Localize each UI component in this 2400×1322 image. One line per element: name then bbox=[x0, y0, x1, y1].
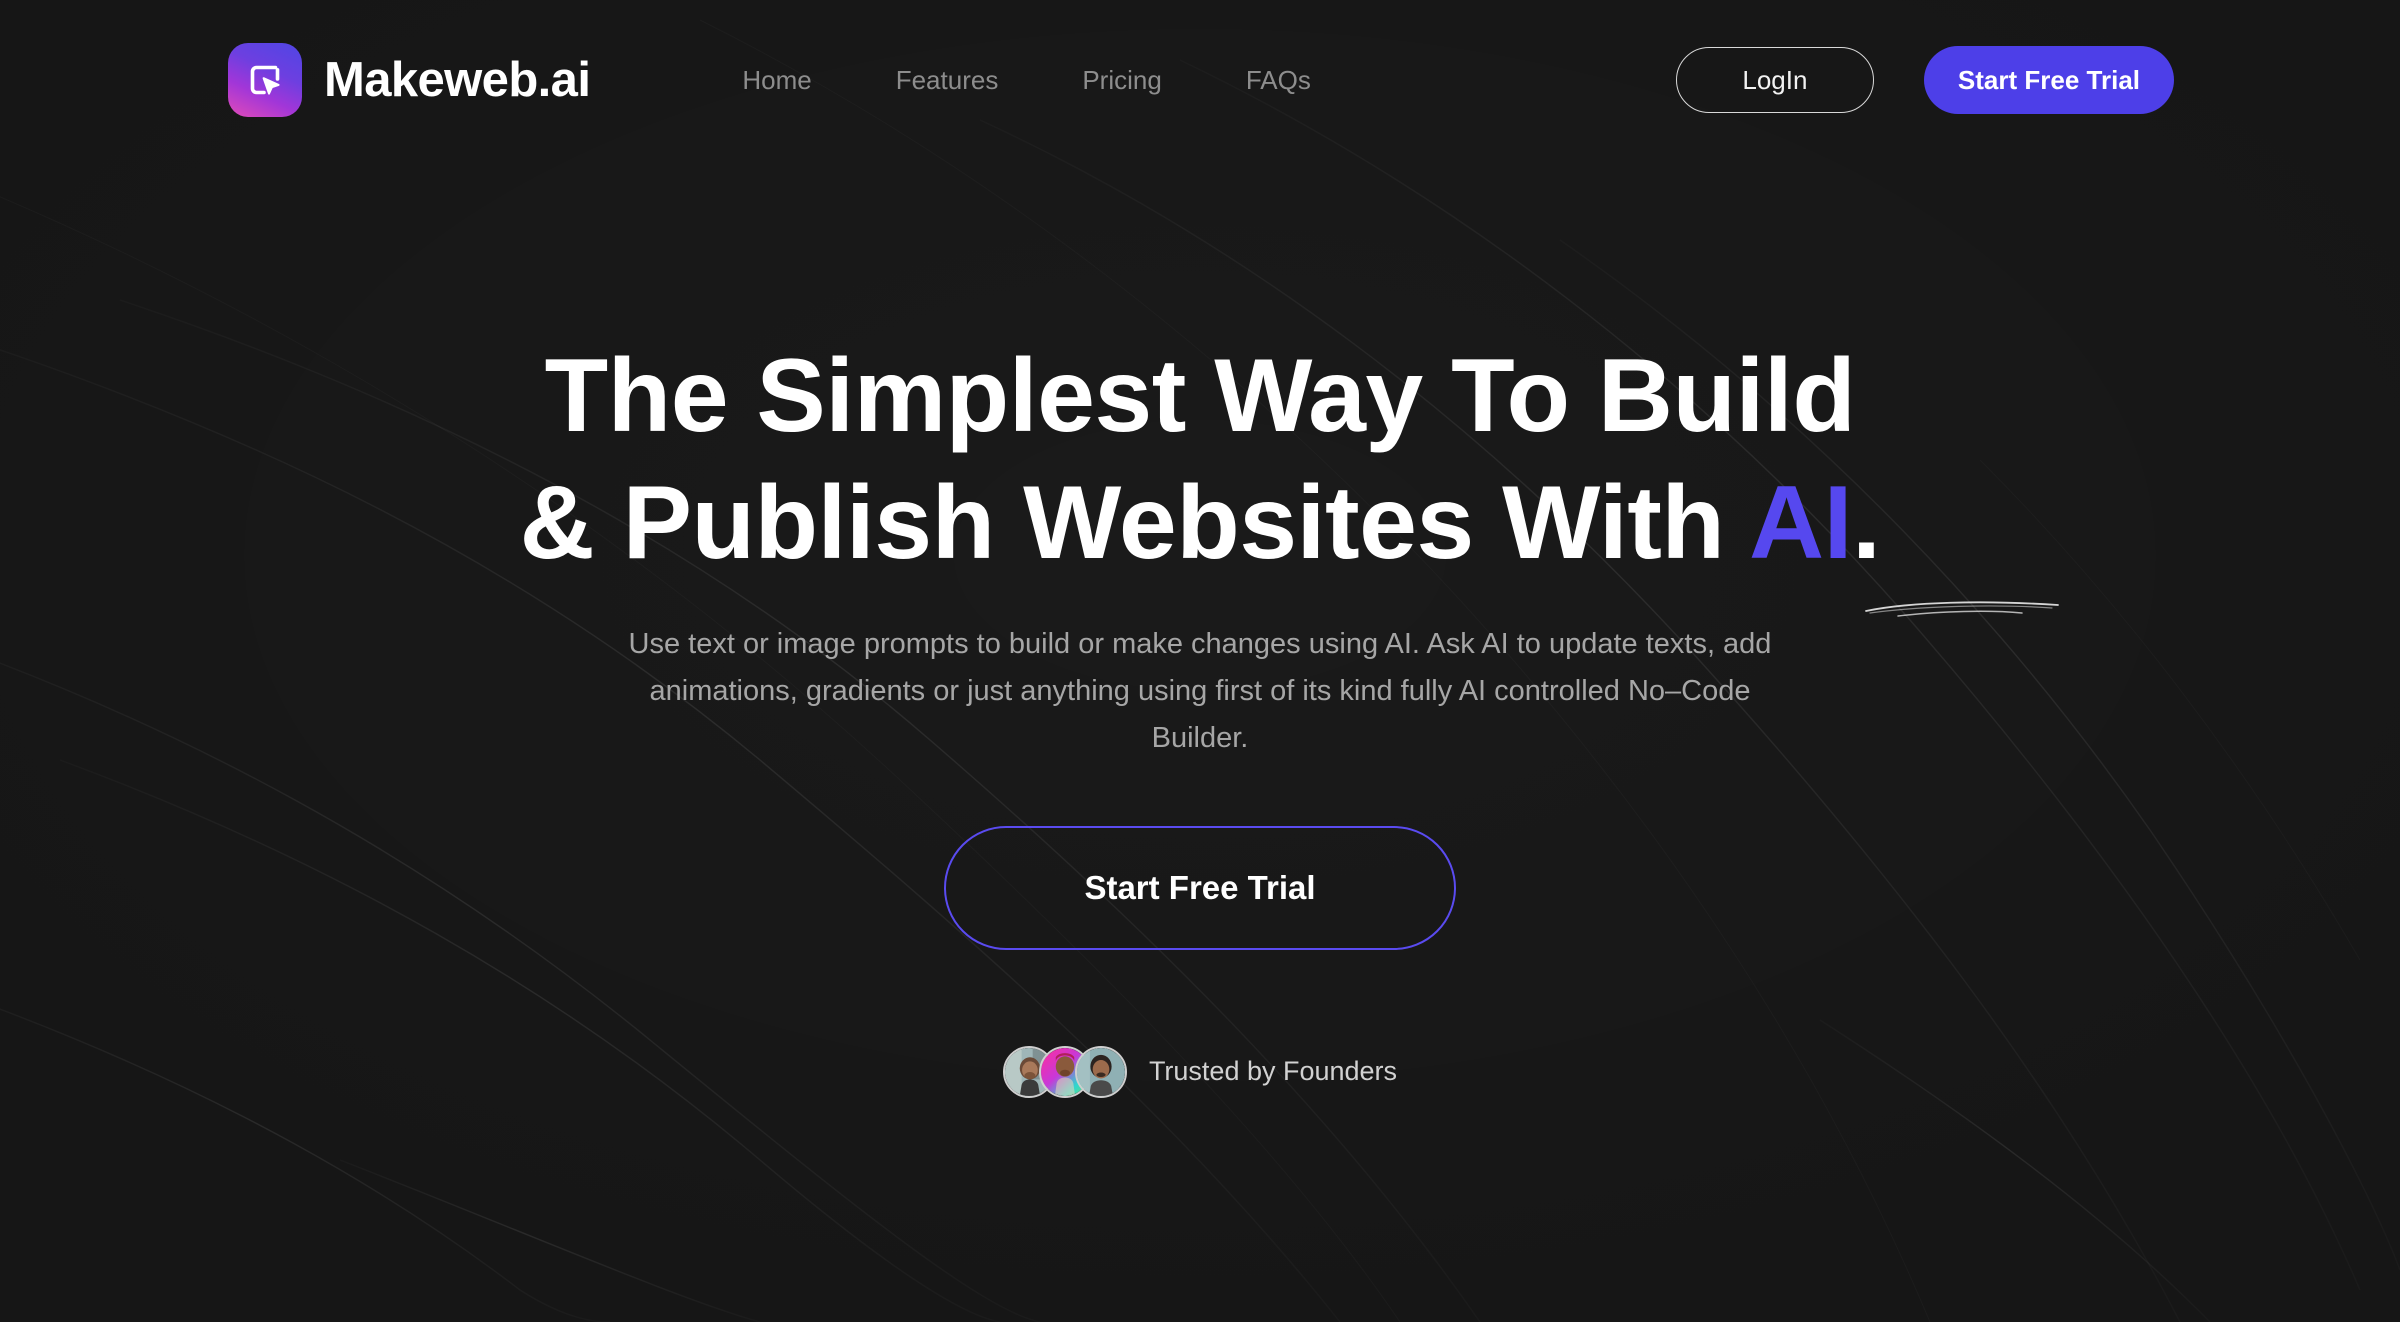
brand-name: Makeweb.ai bbox=[324, 52, 591, 107]
hero-section: The Simplest Way To Build & Publish Webs… bbox=[0, 0, 2400, 1322]
login-button[interactable]: LogIn bbox=[1675, 47, 1874, 113]
headline-line-2-prefix: & Publish Websites With bbox=[519, 464, 1749, 581]
hero-subtitle: Use text or image prompts to build or ma… bbox=[628, 627, 1772, 754]
avatar[interactable] bbox=[1074, 1045, 1127, 1098]
headline-period: . bbox=[1852, 464, 1881, 581]
nav-item-pricing[interactable]: Pricing bbox=[1082, 65, 1161, 96]
headline-accent-ai: AI bbox=[1749, 464, 1853, 581]
headline-line-2: & Publish Websites With AI. bbox=[0, 460, 2400, 587]
hero-start-free-trial-button[interactable]: Start Free Trial bbox=[944, 825, 1456, 950]
avatar-stack bbox=[1002, 1045, 1127, 1098]
header-start-free-trial-button[interactable]: Start Free Trial bbox=[1923, 46, 2174, 114]
header-actions: LogIn Start Free Trial bbox=[1675, 46, 2174, 114]
cursor-in-frame-icon bbox=[228, 43, 302, 117]
nav-item-faqs[interactable]: FAQs bbox=[1246, 65, 1311, 96]
site-header: Makeweb.ai Home Features Pricing FAQs Lo… bbox=[0, 0, 2400, 160]
brand-logo[interactable]: Makeweb.ai bbox=[228, 43, 591, 117]
headline-underline-scribble bbox=[1865, 601, 2059, 617]
trust-label: Trusted by Founders bbox=[1148, 1056, 1398, 1087]
headline-line-1: The Simplest Way To Build bbox=[544, 338, 1856, 454]
trust-row: Trusted by Founders bbox=[1002, 1045, 1398, 1098]
nav-item-features[interactable]: Features bbox=[896, 65, 999, 96]
page-title: The Simplest Way To Build & Publish Webs… bbox=[0, 333, 2400, 587]
nav-item-home[interactable]: Home bbox=[742, 65, 811, 96]
primary-nav: Home Features Pricing FAQs bbox=[742, 65, 1310, 96]
